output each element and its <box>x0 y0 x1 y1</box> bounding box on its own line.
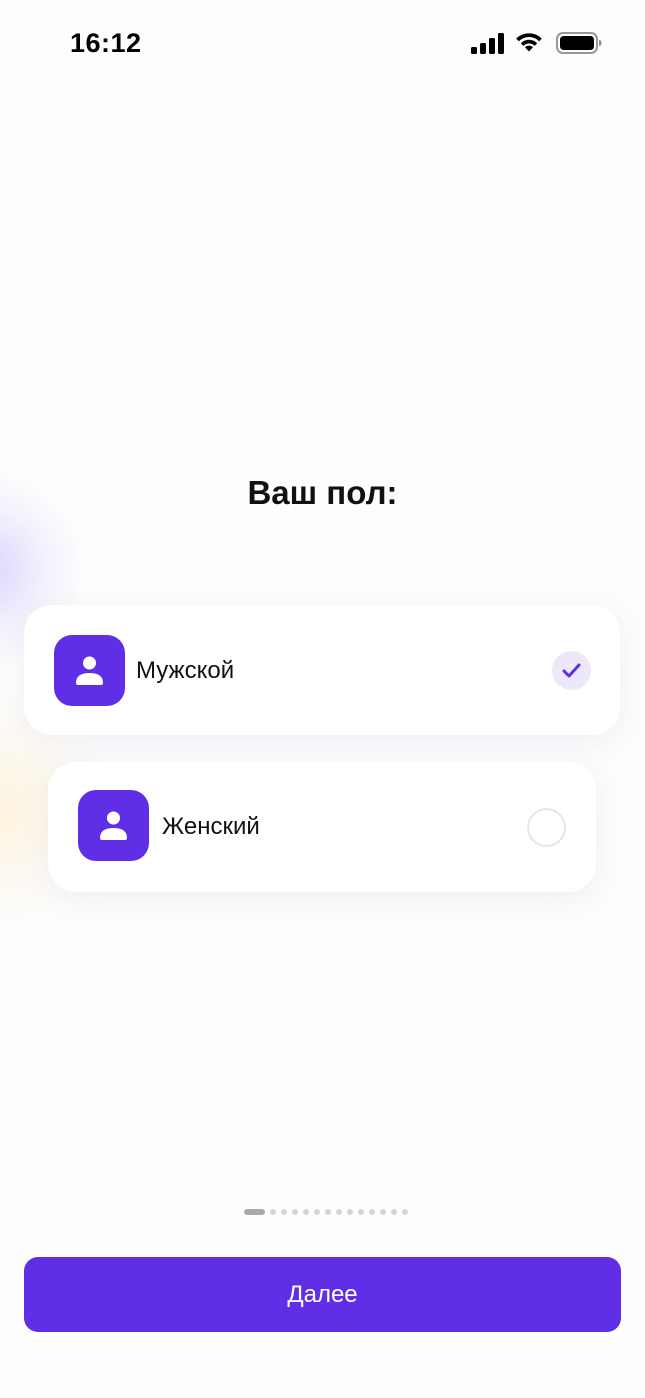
pager-dot <box>391 1209 397 1215</box>
radio-unselected[interactable] <box>527 808 566 847</box>
pager-dot <box>314 1209 320 1215</box>
pager-dot <box>303 1209 309 1215</box>
option-label: Мужской <box>136 657 235 684</box>
pager-dot <box>281 1209 287 1215</box>
person-icon <box>100 811 127 840</box>
option-label: Женский <box>162 813 260 840</box>
pager-dot <box>402 1209 408 1215</box>
status-time: 16:12 <box>70 28 142 58</box>
pager-dot <box>380 1209 386 1215</box>
selected-check[interactable] <box>552 651 591 690</box>
wifi-icon <box>516 33 542 52</box>
option-female[interactable]: Женский <box>48 762 596 892</box>
pager-dot <box>292 1209 298 1215</box>
pager-dot-active <box>244 1209 265 1215</box>
next-button[interactable]: Далее <box>24 1257 621 1332</box>
page-title: Ваш пол: <box>247 474 398 511</box>
battery-icon <box>556 32 602 54</box>
pager-dot <box>336 1209 342 1215</box>
screen: 16:12 Ваш пол: Мужской Женский Далее <box>0 0 645 1398</box>
signal-icon <box>471 33 504 54</box>
avatar-tile <box>78 790 149 861</box>
pager-dot <box>270 1209 276 1215</box>
option-male[interactable]: Мужской <box>24 605 620 735</box>
page-indicator <box>244 1208 408 1216</box>
checkmark-icon <box>562 663 581 678</box>
person-icon <box>76 656 103 685</box>
pager-dot <box>347 1209 353 1215</box>
avatar-tile <box>54 635 125 706</box>
pager-dot <box>358 1209 364 1215</box>
pager-dot <box>325 1209 331 1215</box>
pager-dot <box>369 1209 375 1215</box>
